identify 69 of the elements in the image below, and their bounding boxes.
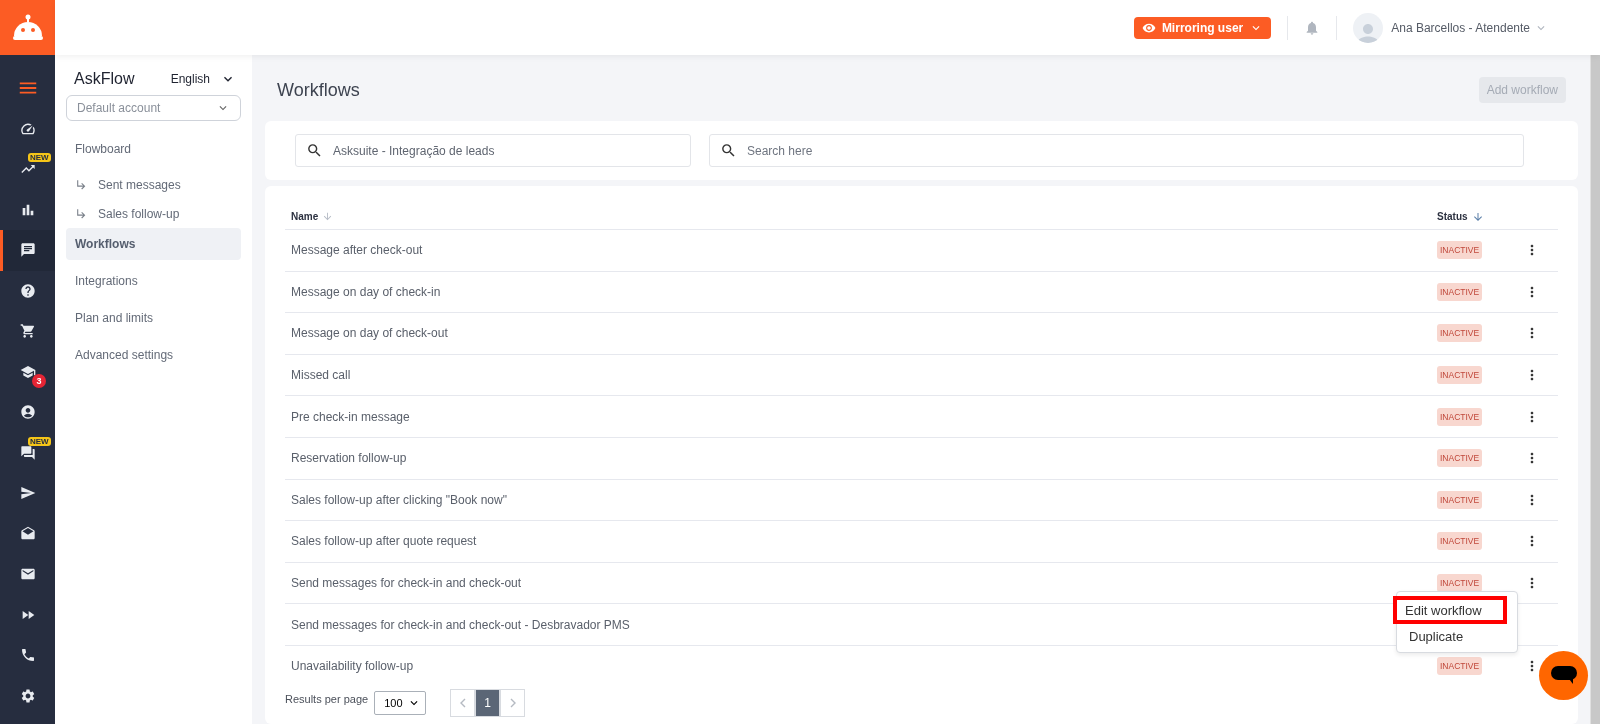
rail-item[interactable]: NEW (0, 149, 55, 190)
new-badge: NEW (28, 436, 51, 446)
user-name[interactable]: Ana Barcellos - Atendente (1391, 20, 1530, 35)
account-icon (19, 404, 36, 421)
status-tag: INACTIVE (1437, 657, 1483, 676)
workflow-name[interactable]: Missed call (291, 368, 1437, 383)
search-field[interactable]: Search here (709, 134, 1524, 167)
speech-bubble-icon (1550, 665, 1577, 686)
status-tag: INACTIVE (1437, 574, 1483, 593)
rail-item[interactable] (0, 230, 55, 271)
menu-item[interactable]: Duplicate (1397, 624, 1517, 648)
sort-arrow-icon (322, 211, 334, 222)
new-badge: NEW (28, 153, 51, 162)
nav-subitem[interactable]: Sent messages (66, 170, 241, 199)
nav-subitem[interactable]: Sales follow-up (66, 199, 241, 228)
sub-arrow-icon (75, 207, 88, 220)
per-page-select[interactable]: 100 (374, 690, 427, 715)
status-tag: INACTIVE (1437, 490, 1483, 509)
column-header[interactable]: Name (291, 211, 1437, 222)
phone-icon (19, 647, 36, 664)
nav-item[interactable]: Workflows (66, 228, 241, 260)
workflow-name[interactable]: Send messages for check-in and check-out (291, 576, 1437, 591)
workflow-name[interactable]: Sales follow-up after quote request (291, 534, 1437, 549)
scrollbar[interactable] (1590, 55, 1600, 724)
app-title: AskFlow (74, 70, 135, 88)
search-icon (306, 142, 323, 159)
column-header[interactable]: Status (1437, 210, 1512, 223)
workflow-name[interactable]: Pre check-in message (291, 409, 1437, 424)
nav-item[interactable]: Integrations (66, 265, 241, 297)
workflow-name[interactable]: Sales follow-up after clicking "Book now" (291, 492, 1437, 507)
help-icon (19, 282, 36, 299)
sort-arrow-icon (1471, 210, 1484, 223)
status-tag: INACTIVE (1437, 241, 1483, 260)
language-select[interactable]: English (170, 71, 236, 87)
sub-arrow-icon (75, 178, 88, 191)
results-per-page-label: Results per page (285, 692, 369, 705)
status-tag: INACTIVE (1437, 532, 1483, 551)
open-envelope-icon (19, 525, 36, 542)
workflow-name[interactable]: Message on day of check-out (291, 326, 1437, 341)
settings-icon (19, 687, 36, 704)
send-icon (19, 485, 36, 502)
rail-item[interactable]: 3 (0, 351, 55, 392)
menu-item[interactable]: Edit workflow (1393, 596, 1507, 624)
rail-item[interactable]: NEW (0, 432, 55, 473)
workflow-name[interactable]: Message on day of check-in (291, 284, 1437, 299)
cart-icon (19, 323, 36, 340)
page-title: Workflows (277, 79, 360, 101)
forum-icon (19, 444, 36, 461)
status-tag: INACTIVE (1437, 407, 1483, 426)
graduation-cap-icon (19, 363, 36, 380)
workflow-name[interactable]: Unavailability follow-up (291, 659, 1437, 674)
search-icon (720, 142, 737, 159)
workflow-name[interactable]: Message after check-out (291, 243, 1437, 258)
count-badge: 3 (32, 373, 46, 388)
robot-bell-logo (11, 13, 44, 42)
nav-item[interactable]: Advanced settings (66, 339, 241, 371)
nav-item[interactable]: Plan and limits (66, 302, 241, 334)
status-tag: INACTIVE (1437, 366, 1483, 385)
chevron-left-icon (459, 697, 466, 708)
chat-icon (19, 242, 36, 259)
status-tag: INACTIVE (1437, 324, 1483, 343)
workflow-name[interactable]: Reservation follow-up (291, 451, 1437, 466)
page-button[interactable]: 1 (475, 688, 501, 717)
logo-tile[interactable] (0, 0, 55, 55)
chevron-right-icon (509, 697, 516, 708)
status-tag: INACTIVE (1437, 282, 1483, 301)
status-tag: INACTIVE (1437, 449, 1483, 468)
nav-item[interactable]: Flowboard (66, 133, 241, 165)
search-field[interactable]: Asksuite - Integração de leads (295, 134, 691, 167)
